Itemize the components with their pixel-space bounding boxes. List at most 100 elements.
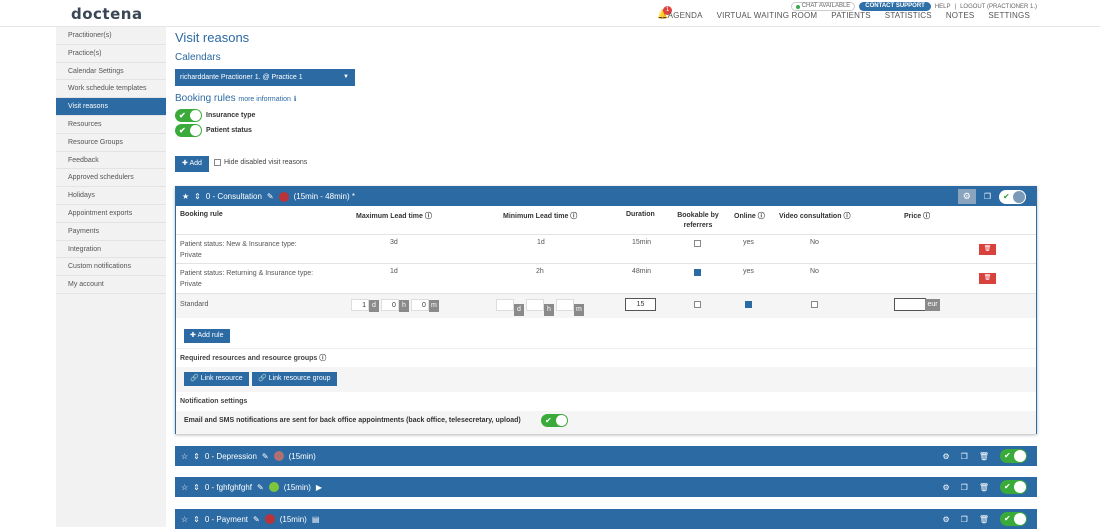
help-icon: ⓘ xyxy=(923,213,931,220)
sidebar-item-custom-notifications[interactable]: Custom notifications xyxy=(56,258,166,277)
sidebar-item-my-account[interactable]: My account xyxy=(56,276,166,294)
col-online: Online ⓘ xyxy=(734,213,765,220)
rule-2-min: 2h xyxy=(536,268,544,275)
gear-icon[interactable]: ⚙ xyxy=(943,452,950,461)
sidebar-item-visit-reasons[interactable]: Visit reasons xyxy=(56,98,166,116)
color-dot[interactable] xyxy=(268,482,279,492)
notification-toggle[interactable]: ✔ xyxy=(541,414,568,427)
star-icon[interactable]: ★ xyxy=(182,192,189,201)
add-visit-reason-button[interactable]: ✚ Add xyxy=(175,156,209,172)
standard-label: Standard xyxy=(180,301,209,308)
gear-icon[interactable]: ⚙ xyxy=(943,515,950,524)
help-icon: ⓘ xyxy=(319,355,327,362)
trash-icon[interactable]: 🗑 xyxy=(979,452,989,461)
color-dot[interactable] xyxy=(264,514,275,524)
chat-status[interactable]: CHAT AVAILABLE xyxy=(790,2,856,11)
sidebar-item-resources[interactable]: Resources xyxy=(56,116,166,134)
sort-icon[interactable]: ⇕ xyxy=(193,452,200,461)
logout-link[interactable]: LOGOUT (PRACTIONER 1.) xyxy=(960,4,1037,10)
copy-icon[interactable]: ❐ xyxy=(984,192,991,201)
standard-video-checkbox[interactable] xyxy=(811,301,818,308)
sidebar-item-integration[interactable]: Integration xyxy=(56,241,166,259)
utility-links: CHAT AVAILABLE CONTACT SUPPORT HELP | LO… xyxy=(790,2,1037,11)
rule-1-bookable-checkbox[interactable] xyxy=(694,240,701,247)
copy-icon[interactable]: ❐ xyxy=(961,483,968,492)
color-dot[interactable] xyxy=(273,451,284,461)
rule-1-max: 3d xyxy=(390,239,398,246)
doctena-logo[interactable]: doctena xyxy=(71,5,143,23)
visit-reason-duration: (15min) xyxy=(283,482,311,492)
pencil-icon[interactable]: ✎ xyxy=(267,192,274,201)
link-icon: 🔗 xyxy=(258,375,267,382)
help-link[interactable]: HELP xyxy=(935,4,951,10)
hide-disabled-checkbox[interactable] xyxy=(214,159,221,166)
sidebar-item-appointment-exports[interactable]: Appointment exports xyxy=(56,205,166,223)
max-hours-input[interactable]: 0 xyxy=(380,299,399,311)
nav-settings[interactable]: SETTINGS xyxy=(988,11,1030,20)
enabled-toggle[interactable]: ✔ xyxy=(1000,512,1027,526)
sidebar-item-resource-groups[interactable]: Resource Groups xyxy=(56,134,166,152)
sort-icon[interactable]: ⇕ xyxy=(193,483,200,492)
visit-reason-header[interactable]: ★ ⇕ 0 - Consultation ✎ (15min - 48min) *… xyxy=(176,187,1036,206)
sort-icon[interactable]: ⇕ xyxy=(194,192,201,201)
contact-support-button[interactable]: CONTACT SUPPORT xyxy=(859,2,931,11)
add-rule-button[interactable]: ✚ Add rule xyxy=(184,329,230,343)
color-dot[interactable] xyxy=(278,191,289,202)
link-resource-group-button[interactable]: 🔗 Link resource group xyxy=(252,372,337,386)
patient-status-toggle[interactable]: ✔ xyxy=(175,124,202,137)
star-outline-icon[interactable]: ☆ xyxy=(181,515,188,524)
sidebar-item-practices[interactable]: Practice(s) xyxy=(56,45,166,63)
visit-reason-row[interactable]: ☆ ⇕ 0 - fghfghfghf ✎ (15min) ▶ ⚙ ❐ 🗑 ✔ xyxy=(175,477,1037,497)
more-information-link[interactable]: more information xyxy=(238,96,291,103)
max-days-input[interactable]: 1 xyxy=(351,299,369,311)
gear-icon[interactable]: ⚙ xyxy=(943,483,950,492)
calendar-select[interactable]: richarddante Practioner 1. @ Practice 1 … xyxy=(175,69,355,86)
star-outline-icon[interactable]: ☆ xyxy=(181,452,188,461)
standard-bookable-checkbox[interactable] xyxy=(694,301,701,308)
trash-icon[interactable]: 🗑 xyxy=(979,483,989,492)
trash-icon[interactable]: 🗑 xyxy=(979,273,996,284)
hide-disabled-row: Hide disabled visit reasons xyxy=(214,159,307,166)
sidebar-item-calendar-settings[interactable]: Calendar Settings xyxy=(56,63,166,81)
copy-icon[interactable]: ❐ xyxy=(961,515,968,524)
nav-statistics[interactable]: STATISTICS xyxy=(885,11,932,20)
nav-virtual-waiting-room[interactable]: VIRTUAL WAITING ROOM xyxy=(717,11,818,20)
trash-icon[interactable]: 🗑 xyxy=(979,515,989,524)
visit-reason-row[interactable]: ☆ ⇕ 0 - Depression ✎ (15min) ⚙ ❐ 🗑 ✔ xyxy=(175,446,1037,466)
pencil-icon[interactable]: ✎ xyxy=(257,483,264,492)
enabled-toggle[interactable]: ✔ xyxy=(1000,480,1027,494)
star-outline-icon[interactable]: ☆ xyxy=(181,483,188,492)
col-max-lead: Maximum Lead time ⓘ xyxy=(356,213,432,220)
standard-online-checkbox[interactable] xyxy=(745,301,752,308)
min-minutes-input[interactable] xyxy=(555,299,574,311)
nav-agenda[interactable]: AGENDA xyxy=(668,11,703,20)
price-input[interactable] xyxy=(894,298,926,311)
sidebar-item-holidays[interactable]: Holidays xyxy=(56,187,166,205)
copy-icon[interactable]: ❐ xyxy=(961,452,968,461)
sidebar-item-work-schedule-templates[interactable]: Work schedule templates xyxy=(56,80,166,99)
main-nav: AGENDA VIRTUAL WAITING ROOM PATIENTS STA… xyxy=(668,11,1030,20)
sidebar-item-payments[interactable]: Payments xyxy=(56,223,166,241)
nav-notes[interactable]: NOTES xyxy=(946,11,975,20)
min-hours-input[interactable] xyxy=(525,299,544,311)
sort-icon[interactable]: ⇕ xyxy=(193,515,200,524)
max-minutes-input[interactable]: 0 xyxy=(410,299,429,311)
insurance-type-toggle[interactable]: ✔ xyxy=(175,109,202,122)
visit-reason-title: 0 - Payment xyxy=(204,514,249,524)
min-days-input[interactable] xyxy=(496,299,514,311)
sidebar-item-feedback[interactable]: Feedback xyxy=(56,152,166,170)
gear-icon[interactable]: ⚙ xyxy=(957,189,976,204)
trash-icon[interactable]: 🗑 xyxy=(979,244,996,255)
sidebar-item-approved-schedulers[interactable]: Approved schedulers xyxy=(56,169,166,188)
visit-reason-row[interactable]: ☆ ⇕ 0 - Payment ✎ (15min) ▤ ⚙ ❐ 🗑 ✔ xyxy=(175,509,1037,529)
enabled-toggle[interactable]: ✔ xyxy=(1000,449,1027,463)
enabled-toggle[interactable]: ✔ xyxy=(999,189,1026,204)
nav-patients[interactable]: PATIENTS xyxy=(831,11,871,20)
link-resource-button[interactable]: 🔗 Link resource xyxy=(184,372,249,386)
pencil-icon[interactable]: ✎ xyxy=(262,452,269,461)
col-bookable: Bookable by referrers xyxy=(677,212,719,229)
rule-2-bookable-checkbox[interactable] xyxy=(694,269,701,276)
pencil-icon[interactable]: ✎ xyxy=(253,515,260,524)
duration-input[interactable]: 15 xyxy=(625,298,656,311)
sidebar-item-practitioners[interactable]: Practitioner(s) xyxy=(56,27,166,45)
